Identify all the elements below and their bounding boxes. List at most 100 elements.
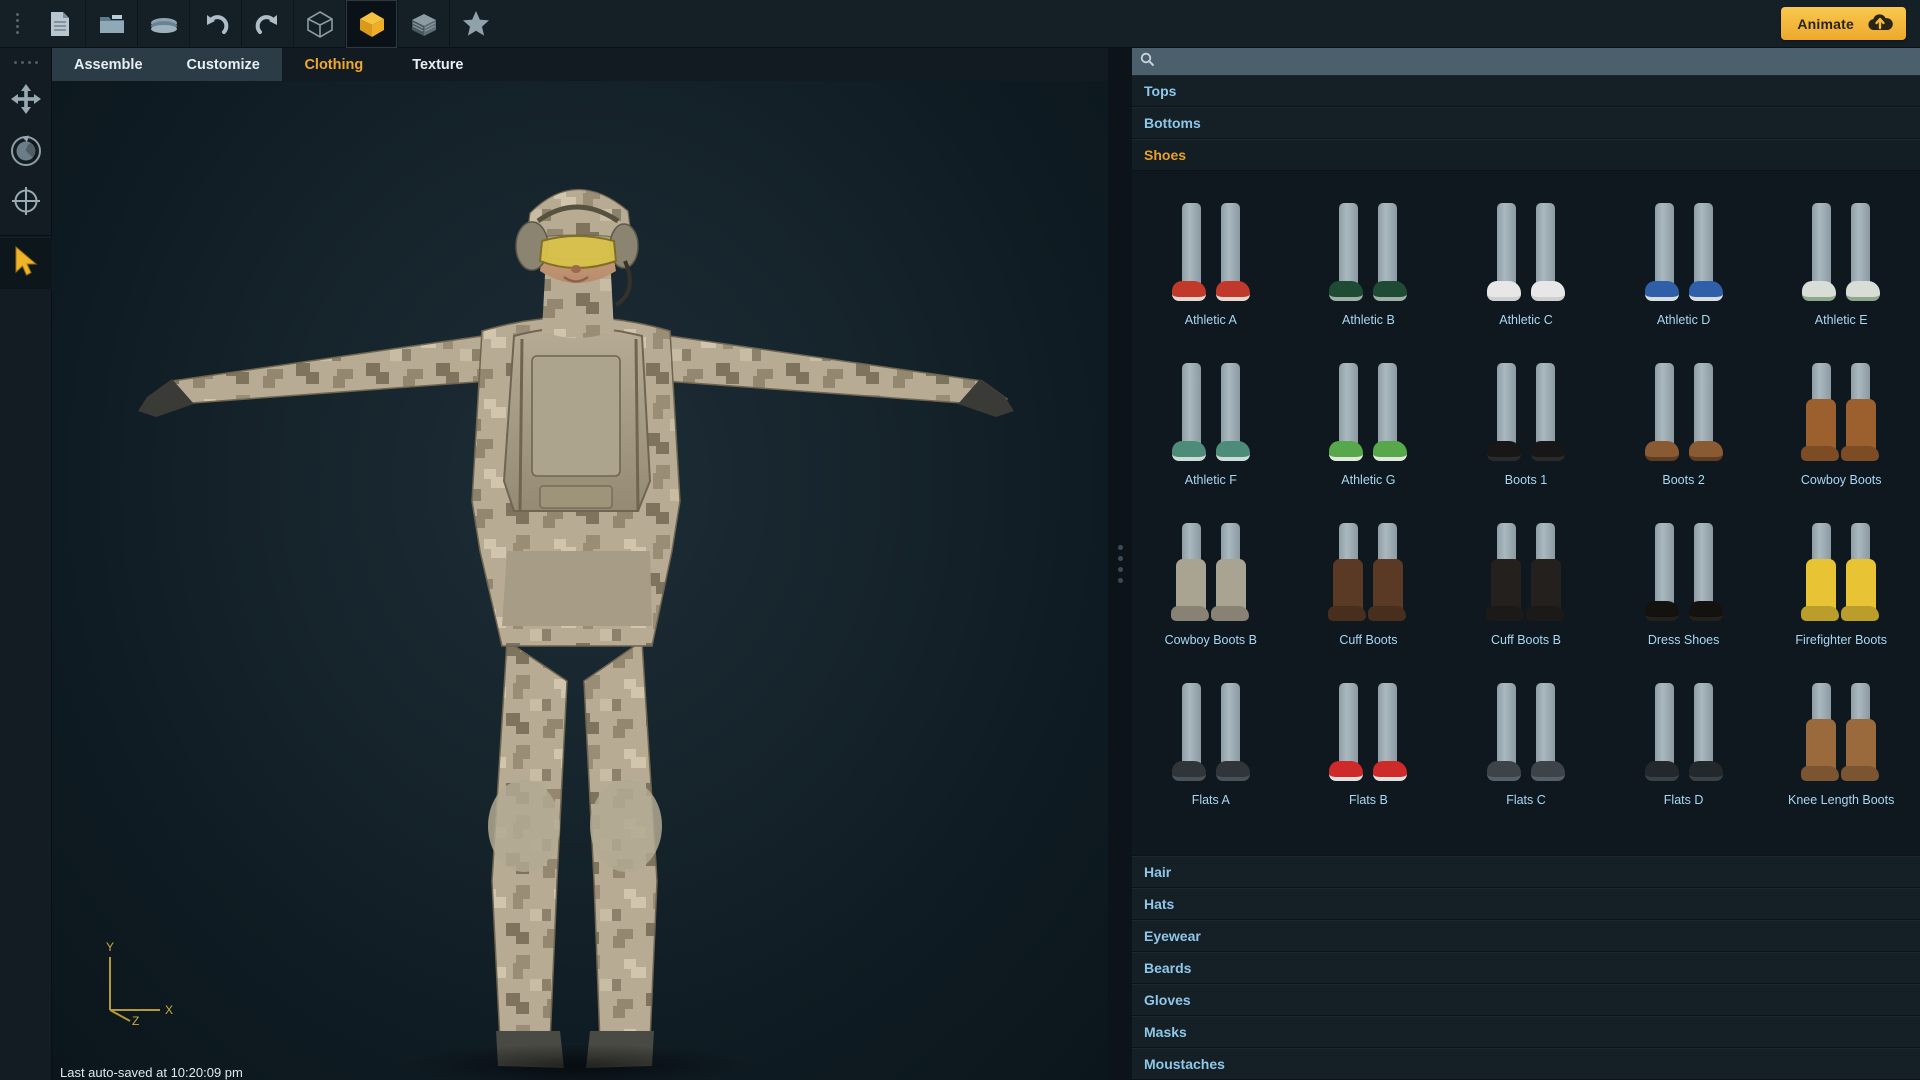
clothing-item-label: Dress Shoes [1647,633,1720,647]
search-input[interactable] [1161,54,1912,69]
tab-customize-label: Customize [186,56,260,73]
clothing-item-label: Athletic F [1184,473,1237,487]
shoes-item-grid-container[interactable]: Athletic A Athletic B Athletic C Athletic D… [1132,171,1920,856]
clothing-item-cell[interactable]: Boots 2 [1605,331,1763,491]
clothing-item-thumbnail [1132,331,1290,469]
category-tops[interactable]: Tops [1132,75,1920,107]
clothing-item-cell[interactable]: Flats A [1132,651,1290,811]
view-textured-button[interactable] [398,0,450,48]
undo-button[interactable] [190,0,242,48]
clothing-item-thumbnail [1447,171,1605,309]
favorites-button[interactable] [450,0,502,48]
clothing-item-label: Athletic D [1656,313,1711,327]
axis-label-z: Z [132,1014,139,1025]
tab-assemble[interactable]: Assemble [52,48,165,81]
category-eyewear[interactable]: Eyewear [1132,920,1920,952]
rail-drag-handle[interactable] [13,48,38,76]
animate-button[interactable]: Animate [1781,7,1906,40]
rotate-tool-button[interactable] [0,127,52,178]
clothing-item-thumbnail [1447,331,1605,469]
clothing-item-cell[interactable]: Athletic C [1447,171,1605,331]
category-masks-label: Masks [1144,1024,1187,1040]
search-bar[interactable] [1132,48,1920,75]
clothing-item-thumbnail [1290,331,1448,469]
clothing-item-cell[interactable]: Cuff Boots [1290,491,1448,651]
clothing-item-cell[interactable]: Cowboy Boots [1762,331,1920,491]
save-button[interactable] [138,0,190,48]
cube-wireframe-icon [305,9,335,39]
clothing-item-thumbnail [1132,491,1290,629]
category-moustaches[interactable]: Moustaches [1132,1048,1920,1080]
character-head [515,188,639,338]
crosshair-target-icon [10,185,42,222]
category-gloves[interactable]: Gloves [1132,984,1920,1016]
clothing-panel: Tops Bottoms Shoes Athletic A Athletic BA… [1132,48,1920,1080]
cloud-upload-icon [1866,12,1894,35]
category-beards[interactable]: Beards [1132,952,1920,984]
scale-tool-button[interactable] [0,178,52,229]
star-icon [462,10,490,37]
clothing-item-cell[interactable]: Athletic E [1762,171,1920,331]
clothing-item-thumbnail [1290,171,1448,309]
toolbar-drag-handle[interactable] [0,0,34,48]
category-hats-label: Hats [1144,896,1175,912]
clothing-item-thumbnail [1762,171,1920,309]
3d-viewport[interactable]: Assemble Customize Clothing Texture Y X … [52,48,1108,1080]
clothing-item-label: Athletic E [1814,313,1868,327]
document-icon [49,11,71,37]
clothing-item-thumbnail [1762,651,1920,789]
clothing-item-label: Athletic B [1341,313,1395,327]
clothing-item-cell[interactable]: Flats C [1447,651,1605,811]
tab-bar-filler [489,48,1108,81]
clothing-item-cell[interactable]: Cuff Boots B [1447,491,1605,651]
category-shoes-label: Shoes [1144,147,1187,163]
select-tool-button[interactable] [0,238,52,289]
category-beards-label: Beards [1144,960,1192,976]
category-hats[interactable]: Hats [1132,888,1920,920]
cube-solid-icon [357,9,387,39]
tab-clothing[interactable]: Clothing [281,48,386,81]
tab-assemble-label: Assemble [74,56,143,73]
category-shoes[interactable]: Shoes [1132,139,1920,171]
clothing-item-cell[interactable]: Cowboy Boots B [1132,491,1290,651]
redo-arrow-icon [255,12,281,36]
status-bar: Last auto-saved at 10:20:09 pm [52,1058,1108,1080]
clothing-item-label: Cowboy Boots [1800,473,1882,487]
character-model[interactable] [52,81,1108,1080]
tab-texture-label: Texture [412,56,464,73]
left-tool-rail [0,48,52,1080]
clothing-item-cell[interactable]: Firefighter Boots [1762,491,1920,651]
panel-resize-handle[interactable] [1108,48,1132,1080]
animate-button-label: Animate [1797,15,1854,32]
clothing-item-cell[interactable]: Flats D [1605,651,1763,811]
view-shaded-button[interactable] [346,0,398,48]
category-hair[interactable]: Hair [1132,856,1920,888]
clothing-item-thumbnail [1290,491,1448,629]
tab-customize[interactable]: Customize [165,48,282,81]
tab-clothing-label: Clothing [304,56,364,73]
clothing-item-cell[interactable]: Athletic F [1132,331,1290,491]
category-gloves-label: Gloves [1144,992,1191,1008]
category-bottoms[interactable]: Bottoms [1132,107,1920,139]
open-folder-button[interactable] [86,0,138,48]
clothing-item-cell[interactable]: Knee Length Boots [1762,651,1920,811]
tab-texture[interactable]: Texture [385,48,490,81]
clothing-item-cell[interactable]: Flats B [1290,651,1448,811]
category-masks[interactable]: Masks [1132,1016,1920,1048]
clothing-item-thumbnail [1762,331,1920,469]
clothing-item-thumbnail [1447,491,1605,629]
clothing-item-thumbnail [1605,651,1763,789]
clothing-item-cell[interactable]: Athletic G [1290,331,1448,491]
move-tool-button[interactable] [0,76,52,127]
clothing-item-cell[interactable]: Boots 1 [1447,331,1605,491]
clothing-item-cell[interactable]: Athletic D [1605,171,1763,331]
clothing-item-cell[interactable]: Athletic B [1290,171,1448,331]
clothing-item-cell[interactable]: Athletic A [1132,171,1290,331]
view-wireframe-button[interactable] [294,0,346,48]
cursor-arrow-icon [13,245,39,281]
new-document-button[interactable] [34,0,86,48]
axis-label-x: X [165,1003,173,1017]
redo-button[interactable] [242,0,294,48]
app-root: Animate Assemble Customize Clothing Text… [0,0,1920,1080]
clothing-item-cell[interactable]: Dress Shoes [1605,491,1763,651]
